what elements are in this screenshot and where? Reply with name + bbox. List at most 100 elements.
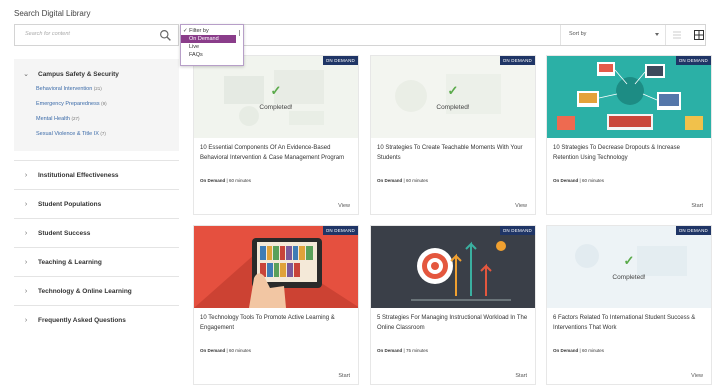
course-duration: | 60 minutes: [579, 348, 604, 353]
subcategory-count: (7): [100, 131, 106, 136]
category-teaching-learning[interactable]: › Teaching & Learning: [14, 248, 179, 277]
course-meta: On Demand | 60 minutes: [547, 348, 711, 353]
course-meta: On Demand | 60 minutes: [194, 178, 358, 183]
search-box: [14, 24, 179, 46]
start-link[interactable]: Start: [691, 203, 703, 209]
course-thumbnail: ✓ Completed! ON DEMAND: [547, 226, 711, 308]
course-thumbnail: ON DEMAND: [194, 226, 358, 308]
chevron-right-icon: ›: [24, 171, 28, 179]
list-view-icon[interactable]: [670, 28, 684, 42]
course-thumbnail: ✓ Completed! ON DEMAND: [194, 56, 358, 138]
course-card[interactable]: ON DEMAND 10 Strategies To Decrease Drop…: [546, 55, 712, 215]
subcategory-count: (9): [101, 101, 107, 106]
chevron-down-icon: ⌄: [23, 71, 29, 78]
on-demand-badge: ON DEMAND: [499, 226, 535, 235]
completed-label: Completed!: [259, 103, 293, 111]
category-technology-online-learning[interactable]: › Technology & Online Learning: [14, 277, 179, 306]
category-student-success[interactable]: › Student Success: [14, 219, 179, 248]
course-meta: On Demand | 60 minutes: [547, 178, 711, 183]
view-link[interactable]: View: [515, 203, 527, 209]
subcategory-mental-health[interactable]: Mental Health (27): [14, 111, 179, 126]
chevron-right-icon: ›: [24, 287, 28, 295]
course-card[interactable]: ON DEMAND 10 Technology Tools To Promote…: [193, 225, 359, 385]
filter-dropdown[interactable]: ✓ Filter by On Demand Live FAQs: [180, 24, 244, 66]
on-demand-badge: ON DEMAND: [499, 56, 535, 65]
checkmark-icon: ✓: [447, 82, 459, 98]
divider: [14, 151, 179, 161]
completed-overlay: ✓ Completed!: [547, 226, 711, 308]
course-title[interactable]: 10 Technology Tools To Promote Active Le…: [194, 308, 358, 348]
category-label: Institutional Effectiveness: [38, 171, 119, 179]
filter-option-live[interactable]: Live: [181, 43, 243, 51]
category-campus-safety[interactable]: ⌄ Campus Safety & Security: [14, 67, 179, 81]
subcategory-emergency-preparedness[interactable]: Emergency Preparedness (9): [14, 96, 179, 111]
start-link[interactable]: Start: [338, 373, 350, 379]
course-thumbnail: ✓ Completed! ON DEMAND: [371, 56, 535, 138]
category-sidebar: ⌄ Campus Safety & Security Behavioral In…: [14, 59, 179, 335]
on-demand-badge: ON DEMAND: [675, 226, 711, 235]
course-meta: On Demand | 60 minutes: [371, 178, 535, 183]
filter-header[interactable]: ✓ Filter by: [181, 27, 243, 35]
chevron-down-icon: [655, 33, 659, 36]
course-thumbnail: ON DEMAND: [547, 56, 711, 138]
checkmark-icon: ✓: [623, 252, 635, 268]
course-duration: | 60 minutes: [579, 178, 604, 183]
course-title[interactable]: 5 Strategies For Managing Instructional …: [371, 308, 535, 348]
chevron-right-icon: ›: [24, 229, 28, 237]
course-type: On Demand: [553, 348, 579, 353]
completed-label: Completed!: [612, 273, 646, 281]
course-thumbnail: ON DEMAND: [371, 226, 535, 308]
dropdown-caret-icon: [239, 30, 240, 36]
course-card[interactable]: ✓ Completed! ON DEMAND 10 Essential Comp…: [193, 55, 359, 215]
sort-label: Sort by: [569, 31, 587, 37]
tablet-bookshelf-illustration: [194, 238, 358, 308]
subcategory-sexual-violence[interactable]: Sexual Violence & Title IX (7): [14, 126, 179, 141]
subcategory-behavioral-intervention[interactable]: Behavioral Intervention (21): [14, 81, 179, 96]
filter-option-faqs[interactable]: FAQs: [181, 51, 243, 59]
subcategory-label: Behavioral Intervention: [36, 86, 93, 92]
search-input[interactable]: [25, 31, 153, 37]
course-title[interactable]: 10 Essential Components Of An Evidence-B…: [194, 138, 358, 178]
on-demand-badge: ON DEMAND: [675, 56, 711, 65]
completed-overlay: ✓ Completed!: [371, 56, 535, 138]
category-faq[interactable]: › Frequently Asked Questions: [14, 306, 179, 335]
category-student-populations[interactable]: › Student Populations: [14, 190, 179, 219]
category-expanded: ⌄ Campus Safety & Security Behavioral In…: [14, 59, 179, 151]
course-duration: | 60 minutes: [226, 178, 251, 183]
subcategory-count: (27): [71, 116, 80, 121]
course-card[interactable]: ON DEMAND 5 Strategies For Managing Inst…: [370, 225, 536, 385]
start-link[interactable]: Start: [515, 373, 527, 379]
category-label: Teaching & Learning: [38, 258, 102, 266]
view-link[interactable]: View: [338, 203, 350, 209]
category-label: Frequently Asked Questions: [38, 317, 126, 324]
search-icon[interactable]: [159, 29, 172, 42]
course-type: On Demand: [200, 178, 226, 183]
course-card[interactable]: ✓ Completed! ON DEMAND 6 Factors Related…: [546, 225, 712, 385]
category-label: Student Success: [38, 229, 91, 237]
course-duration: | 75 minutes: [403, 348, 428, 353]
course-title[interactable]: 6 Factors Related To International Stude…: [547, 308, 711, 348]
sort-select[interactable]: Sort by: [560, 25, 666, 45]
course-type: On Demand: [200, 348, 226, 353]
category-institutional-effectiveness[interactable]: › Institutional Effectiveness: [14, 161, 179, 190]
subcategory-label: Sexual Violence & Title IX: [36, 131, 99, 137]
filter-option-on-demand[interactable]: On Demand: [181, 35, 236, 43]
target-arrows-illustration: [411, 241, 511, 301]
course-title[interactable]: 10 Strategies To Create Teachable Moment…: [371, 138, 535, 178]
course-card[interactable]: ✓ Completed! ON DEMAND 10 Strategies To …: [370, 55, 536, 215]
chevron-right-icon: ›: [24, 200, 28, 208]
subcategory-label: Mental Health: [36, 116, 70, 122]
chevron-right-icon: ›: [24, 317, 28, 324]
course-duration: | 60 minutes: [226, 348, 251, 353]
course-title[interactable]: 10 Strategies To Decrease Dropouts & Inc…: [547, 138, 711, 178]
grid-view-icon[interactable]: [692, 28, 706, 42]
completed-label: Completed!: [436, 103, 470, 111]
category-label: Campus Safety & Security: [38, 70, 119, 78]
view-link[interactable]: View: [691, 373, 703, 379]
completed-overlay: ✓ Completed!: [194, 56, 358, 138]
course-type: On Demand: [553, 178, 579, 183]
subcategory-label: Emergency Preparedness: [36, 101, 100, 107]
course-duration: | 60 minutes: [403, 178, 428, 183]
course-meta: On Demand | 75 minutes: [371, 348, 535, 353]
page-title: Search Digital Library: [14, 9, 91, 18]
